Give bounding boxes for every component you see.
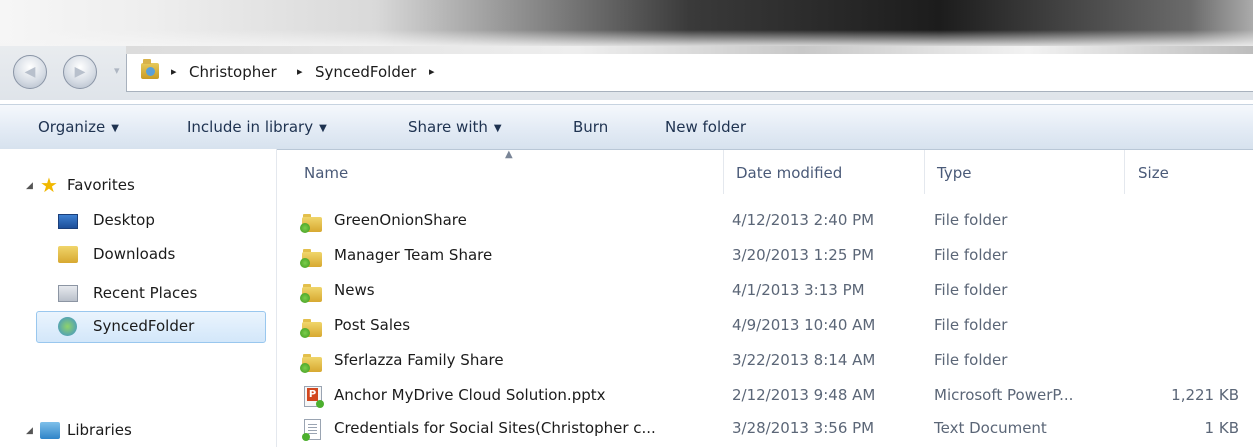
shared-folder-icon	[300, 318, 324, 338]
libraries-icon	[40, 422, 60, 439]
file-type: File folder	[934, 316, 1008, 334]
column-header-type[interactable]: Type	[937, 164, 971, 182]
sync-folder-icon	[58, 317, 77, 336]
file-type: File folder	[934, 246, 1008, 264]
organize-button[interactable]: Organize ▼	[38, 118, 119, 136]
nav-recent-places[interactable]: Recent Places	[0, 279, 276, 309]
file-date-modified: 3/20/2013 1:25 PM	[732, 246, 875, 264]
include-in-library-button[interactable]: Include in library ▼	[187, 118, 327, 136]
share-with-label: Share with	[408, 118, 488, 136]
dropdown-caret-icon: ▼	[319, 123, 327, 134]
nav-favorites[interactable]: ◢ ★ Favorites	[0, 171, 276, 201]
window-title-bar	[0, 0, 1253, 46]
crumb-separator-icon[interactable]: ▸	[297, 65, 303, 78]
file-name: Post Sales	[334, 316, 411, 334]
file-name: GreenOnionShare	[334, 211, 467, 229]
shared-folder-icon	[300, 213, 324, 233]
recent-places-icon	[58, 285, 78, 302]
back-arrow-icon: ◀	[24, 64, 36, 80]
nav-desktop[interactable]: Desktop	[0, 206, 276, 236]
column-divider[interactable]	[723, 150, 724, 194]
nav-downloads[interactable]: Downloads	[0, 240, 276, 270]
nav-desktop-label: Desktop	[93, 211, 155, 229]
nav-recent-places-label: Recent Places	[93, 284, 198, 302]
file-name: News	[334, 281, 375, 299]
file-name: Sferlazza Family Share	[334, 351, 504, 369]
file-type: File folder	[934, 281, 1008, 299]
address-bar-shadow	[126, 46, 1253, 54]
desktop-icon	[58, 214, 78, 229]
file-date-modified: 4/9/2013 10:40 AM	[732, 316, 876, 334]
file-name: Anchor MyDrive Cloud Solution.pptx	[334, 386, 606, 404]
nav-syncedfolder[interactable]: SyncedFolder	[0, 312, 276, 342]
navigation-pane: ◢ ★ Favorites Desktop Downloads Recent P…	[0, 149, 277, 447]
file-date-modified: 3/28/2013 3:56 PM	[732, 419, 875, 437]
nav-favorites-label: Favorites	[67, 176, 135, 194]
column-divider[interactable]	[1124, 150, 1125, 194]
powerpoint-file-icon	[304, 386, 324, 408]
nav-libraries[interactable]: ◢ Libraries	[0, 416, 276, 446]
new-folder-button[interactable]: New folder	[665, 118, 746, 136]
dropdown-caret-icon: ▼	[493, 123, 502, 134]
command-bar: Organize ▼ Include in library ▼ Share with…	[0, 104, 1253, 150]
share-with-button[interactable]: Share with ▼	[408, 118, 502, 136]
file-name: Credentials for Social Sites(Christopher…	[334, 419, 656, 437]
shared-folder-icon	[300, 283, 324, 303]
burn-button[interactable]: Burn	[573, 118, 608, 136]
file-date-modified: 2/12/2013 9:48 AM	[732, 386, 876, 404]
include-in-library-label: Include in library	[187, 118, 314, 136]
file-name: Manager Team Share	[334, 246, 493, 264]
file-row[interactable]: Anchor MyDrive Cloud Solution.pptx 2/12/…	[296, 381, 1253, 415]
breadcrumb-syncedfolder[interactable]: SyncedFolder	[315, 63, 416, 81]
crumb-separator-icon[interactable]: ▸	[171, 65, 177, 78]
file-date-modified: 4/12/2013 2:40 PM	[732, 211, 875, 229]
expand-triangle-icon[interactable]: ◢	[26, 181, 33, 191]
recent-locations-dropdown-icon[interactable]: ▾	[114, 64, 120, 77]
address-folder-icon	[141, 59, 159, 79]
file-date-modified: 4/1/2013 3:13 PM	[732, 281, 865, 299]
file-row[interactable]: Manager Team Share 3/20/2013 1:25 PM Fil…	[296, 241, 1253, 275]
file-row[interactable]: Credentials for Social Sites(Christopher…	[296, 414, 1253, 448]
nav-libraries-label: Libraries	[67, 421, 132, 439]
file-type: Text Document	[934, 419, 1047, 437]
navigation-bar: ◀ ▶ ▾ ▸ Christopher ▸ SyncedFolder ▸	[0, 46, 1253, 100]
shared-folder-icon	[300, 353, 324, 373]
text-file-icon	[302, 419, 321, 441]
file-type: File folder	[934, 351, 1008, 369]
organize-label: Organize	[38, 118, 106, 136]
back-button[interactable]: ◀	[13, 55, 47, 89]
crumb-separator-icon[interactable]: ▸	[429, 65, 435, 78]
address-bar[interactable]: ▸ Christopher ▸ SyncedFolder ▸	[126, 52, 1253, 92]
favorites-star-icon: ★	[40, 173, 58, 197]
forward-button[interactable]: ▶	[63, 55, 97, 89]
file-type: Microsoft PowerP...	[934, 386, 1074, 404]
breadcrumb-christopher[interactable]: Christopher	[189, 63, 277, 81]
column-divider[interactable]	[924, 150, 925, 194]
shared-folder-icon	[300, 248, 324, 268]
nav-downloads-label: Downloads	[93, 245, 176, 263]
expand-triangle-icon[interactable]: ◢	[26, 426, 33, 436]
sort-ascending-icon: ▲	[505, 149, 513, 160]
column-header-date-modified[interactable]: Date modified	[736, 164, 842, 182]
dropdown-caret-icon: ▼	[111, 123, 119, 134]
file-row[interactable]: News 4/1/2013 3:13 PM File folder	[296, 276, 1253, 310]
forward-arrow-icon: ▶	[74, 64, 86, 80]
nav-syncedfolder-label: SyncedFolder	[93, 317, 195, 335]
file-type: File folder	[934, 211, 1008, 229]
downloads-folder-icon	[58, 246, 78, 263]
file-row[interactable]: GreenOnionShare 4/12/2013 2:40 PM File f…	[296, 206, 1253, 240]
file-size: 1 KB	[1204, 419, 1239, 437]
file-row[interactable]: Post Sales 4/9/2013 10:40 AM File folder	[296, 311, 1253, 345]
column-header-name[interactable]: Name	[304, 164, 348, 182]
file-row[interactable]: Sferlazza Family Share 3/22/2013 8:14 AM…	[296, 346, 1253, 380]
file-date-modified: 3/22/2013 8:14 AM	[732, 351, 876, 369]
column-header-size[interactable]: Size	[1138, 164, 1169, 182]
file-size: 1,221 KB	[1171, 386, 1239, 404]
